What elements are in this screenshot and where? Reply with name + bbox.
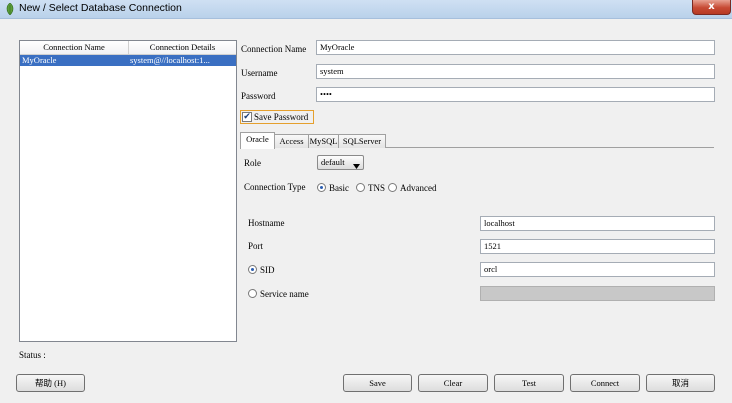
service-name-radio[interactable] (248, 289, 257, 298)
test-button[interactable]: Test (494, 374, 564, 392)
app-icon (5, 2, 15, 16)
help-button[interactable]: 帮助 (H) (16, 374, 85, 392)
checkmark-icon: ✔ (242, 112, 252, 122)
connection-type-advanced-label: Advanced (400, 183, 437, 193)
sid-input[interactable]: orcl (480, 262, 715, 277)
tab-mysql[interactable]: MySQL (308, 134, 339, 148)
tab-access[interactable]: Access (274, 134, 309, 148)
service-name-input[interactable] (480, 286, 715, 301)
hostname-input[interactable]: localhost (480, 216, 715, 231)
port-label: Port (248, 241, 264, 251)
connection-name-input[interactable]: MyOracle (316, 40, 715, 55)
chevron-down-icon (353, 160, 360, 173)
connect-button[interactable]: Connect (570, 374, 640, 392)
connection-type-tns-label: TNS (368, 183, 386, 193)
connection-name-label: Connection Name (241, 44, 307, 54)
role-label: Role (244, 158, 261, 168)
window-title: New / Select Database Connection (19, 2, 182, 14)
service-name-label: Service name (260, 289, 309, 299)
close-button[interactable]: x (692, 0, 731, 15)
username-label: Username (241, 68, 278, 78)
clear-button[interactable]: Clear (418, 374, 488, 392)
connection-type-basic-radio[interactable] (317, 183, 326, 192)
column-header-connection-name[interactable]: Connection Name (20, 41, 129, 55)
table-row[interactable]: MyOracle system@//localhost:1... (20, 55, 236, 66)
sid-radio[interactable] (248, 265, 257, 274)
close-icon: x (708, 1, 715, 12)
password-input[interactable]: •••• (316, 87, 715, 102)
save-button[interactable]: Save (343, 374, 412, 392)
connection-name-cell: MyOracle (22, 55, 57, 65)
connection-type-tns-radio[interactable] (356, 183, 365, 192)
username-input[interactable]: system (316, 64, 715, 79)
sid-label: SID (260, 265, 275, 275)
status-label: Status : (19, 350, 46, 360)
connection-details-cell: system@//localhost:1... (130, 55, 210, 65)
save-password-checkbox[interactable]: ✔ Save Password (240, 110, 314, 124)
tab-oracle[interactable]: Oracle (240, 132, 275, 149)
connection-type-advanced-radio[interactable] (388, 183, 397, 192)
port-input[interactable]: 1521 (480, 239, 715, 254)
connection-type-basic-label: Basic (329, 183, 349, 193)
role-select[interactable]: default (317, 155, 364, 170)
hostname-label: Hostname (248, 218, 285, 228)
tab-sqlserver[interactable]: SQLServer (338, 134, 386, 148)
password-label: Password (241, 91, 276, 101)
connections-table[interactable]: Connection Name Connection Details MyOra… (19, 40, 237, 342)
column-header-connection-details[interactable]: Connection Details (129, 41, 236, 55)
role-value: default (321, 157, 345, 167)
save-password-label: Save Password (254, 112, 309, 122)
connection-type-label: Connection Type (244, 182, 306, 192)
cancel-button[interactable]: 取消 (646, 374, 715, 392)
